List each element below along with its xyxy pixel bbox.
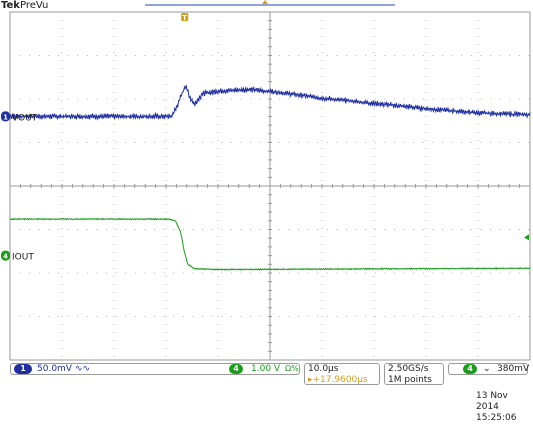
- ch4-termination-icon: Ω%: [285, 364, 299, 373]
- horizontal-readout-box[interactable]: 10.0µs ▸+17.9600µs: [304, 363, 380, 385]
- record-length: 1M points: [388, 375, 432, 385]
- channel-1-label: VOUT: [12, 113, 38, 123]
- trigger-level: 380mV: [497, 364, 530, 374]
- channel-4-ground-number: 4: [3, 253, 8, 261]
- sample-rate: 2.50GS/s: [388, 364, 429, 374]
- acquisition-readout-box[interactable]: 2.50GS/s 1M points: [384, 363, 444, 385]
- ch4-badge[interactable]: 4: [229, 364, 243, 374]
- oscilloscope-graticule: T 1 VOUT 4 IOUT: [1, 0, 531, 361]
- channel-readout-box[interactable]: 1 50.0mV ∿∿ 4 1.00 V Ω%: [10, 363, 300, 375]
- trigger-delay: ▸+17.9600µs: [308, 375, 368, 385]
- trigger-marker-label: T: [182, 14, 187, 22]
- ch1-coupling-icon: ∿∿: [75, 364, 91, 374]
- trigger-slope-icon: ⌄: [483, 364, 491, 374]
- readout-bar: 1 50.0mV ∿∿ 4 1.00 V Ω% 10.0µs ▸+17.9600…: [0, 362, 533, 386]
- channel-4-label: IOUT: [12, 253, 34, 263]
- trigger-level-marker: [524, 234, 529, 241]
- ch4-scale: 1.00 V: [251, 364, 281, 374]
- date-text: 13 Nov 2014: [476, 391, 508, 412]
- channel-1-ground-number: 1: [3, 113, 8, 121]
- ch1-badge[interactable]: 1: [14, 364, 32, 374]
- date-time: 13 Nov 2014 15:25:06: [476, 391, 533, 424]
- ch1-scale: 50.0mV: [37, 364, 72, 374]
- horizontal-position-marker: [262, 0, 268, 4]
- horizontal-scale: 10.0µs: [308, 364, 339, 374]
- trigger-source-badge[interactable]: 4: [463, 364, 477, 374]
- trigger-readout-box[interactable]: 4 ⌄ 380mV: [448, 363, 530, 375]
- time-text: 15:25:06: [476, 413, 517, 423]
